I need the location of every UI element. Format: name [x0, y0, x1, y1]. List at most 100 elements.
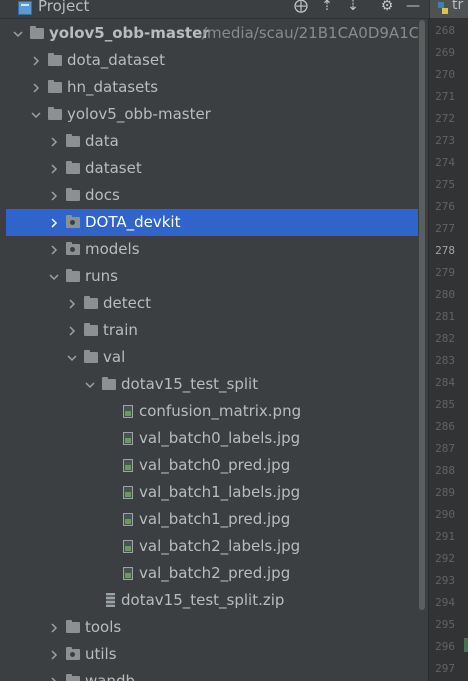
- tree-row[interactable]: data: [0, 128, 420, 155]
- tree-item-label: utils: [85, 645, 117, 663]
- line-number: 293: [435, 574, 455, 587]
- python-file-icon: [438, 2, 448, 14]
- collapse-all-icon[interactable]: ⇣: [344, 0, 362, 14]
- current-line-number: 278: [435, 244, 455, 257]
- tree-item-label: train: [103, 321, 138, 339]
- tree-row[interactable]: val_batch1_labels.jpg: [0, 479, 420, 506]
- tree-row[interactable]: val_batch2_labels.jpg: [0, 533, 420, 560]
- tree-row[interactable]: utils: [0, 641, 420, 668]
- tree-row[interactable]: yolov5_obb-master: [0, 101, 420, 128]
- line-number: 291: [435, 530, 455, 543]
- hide-icon[interactable]: —: [404, 0, 422, 14]
- chevron-down-icon[interactable]: [66, 344, 78, 371]
- chevron-right-icon[interactable]: [48, 155, 60, 182]
- line-number: 285: [435, 398, 455, 411]
- tree-row-root[interactable]: yolov5_obb-master /media/scau/21B1CA0D9A…: [0, 20, 420, 47]
- tree-item-label: val: [103, 348, 126, 366]
- tree-row[interactable]: models: [0, 236, 420, 263]
- tree-row[interactable]: val_batch0_labels.jpg: [0, 425, 420, 452]
- line-number: 288: [435, 464, 455, 477]
- chevron-right-icon[interactable]: [30, 74, 42, 101]
- tree-row[interactable]: wandb: [0, 668, 420, 681]
- chevron-right-icon[interactable]: [30, 47, 42, 74]
- tree-item-label: runs: [85, 267, 118, 285]
- chevron-down-icon[interactable]: [84, 371, 96, 398]
- tree-row[interactable]: hn_datasets: [0, 74, 420, 101]
- tree-item-label: docs: [85, 186, 120, 204]
- chevron-right-icon[interactable]: [48, 668, 60, 681]
- tree-row[interactable]: dotav15_test_split.zip: [0, 587, 420, 614]
- editor-gutter: 268 269 270 271 272 273 274 275 276 277 …: [428, 18, 468, 681]
- tree-row[interactable]: detect: [0, 290, 420, 317]
- project-icon: [18, 1, 32, 15]
- chevron-right-icon[interactable]: [66, 317, 78, 344]
- tree-row[interactable]: confusion_matrix.png: [0, 398, 420, 425]
- image-file-icon: [123, 540, 133, 553]
- tree-item-label: yolov5_obb-master: [67, 105, 211, 123]
- tree-row[interactable]: train: [0, 317, 420, 344]
- project-tree[interactable]: yolov5_obb-master /media/scau/21B1CA0D9A…: [0, 20, 420, 681]
- line-number: 268: [435, 24, 455, 37]
- line-number: 271: [435, 90, 455, 103]
- tree-item-label: dotav15_test_split: [121, 375, 259, 393]
- tree-row[interactable]: val_batch2_pred.jpg: [0, 560, 420, 587]
- tree-item-label: val_batch2_pred.jpg: [139, 564, 291, 582]
- line-number: 297: [435, 662, 455, 675]
- folder-icon: [48, 107, 62, 120]
- tree-row[interactable]: dotav15_test_split: [0, 371, 420, 398]
- tree-item-label: val_batch1_pred.jpg: [139, 510, 291, 528]
- tree-item-label: tools: [85, 618, 122, 636]
- tree-row[interactable]: val_batch1_pred.jpg: [0, 506, 420, 533]
- editor-tab-label: tr: [452, 0, 464, 13]
- chevron-down-icon[interactable]: [12, 20, 24, 47]
- tree-row[interactable]: runs: [0, 263, 420, 290]
- image-file-icon: [123, 567, 133, 580]
- folder-icon: [30, 26, 44, 39]
- chevron-right-icon[interactable]: [48, 209, 60, 236]
- chevron-right-icon[interactable]: [48, 182, 60, 209]
- tree-row[interactable]: val_batch0_pred.jpg: [0, 452, 420, 479]
- tree-item-label: DOTA_devkit: [85, 213, 181, 231]
- chevron-right-icon[interactable]: [48, 128, 60, 155]
- folder-icon: [48, 80, 62, 93]
- scrollbar-thumb[interactable]: [419, 20, 425, 610]
- image-file-icon: [123, 432, 133, 445]
- image-file-icon: [123, 513, 133, 526]
- chevron-right-icon[interactable]: [66, 290, 78, 317]
- folder-icon: [66, 620, 80, 633]
- tree-item-label: hn_datasets: [67, 78, 159, 96]
- tree-row-selected[interactable]: DOTA_devkit: [6, 209, 420, 236]
- chevron-down-icon[interactable]: [30, 101, 42, 128]
- tree-row[interactable]: tools: [0, 614, 420, 641]
- line-number: 282: [435, 332, 455, 345]
- tree-item-label: detect: [103, 294, 151, 312]
- tree-row[interactable]: dataset: [0, 155, 420, 182]
- folder-icon: [84, 296, 98, 309]
- tree-row[interactable]: dota_dataset: [0, 47, 420, 74]
- vcs-change-marker[interactable]: [464, 638, 468, 652]
- tree-item-label: dota_dataset: [67, 51, 165, 69]
- chevron-right-icon[interactable]: [48, 641, 60, 668]
- chevron-right-icon[interactable]: [48, 236, 60, 263]
- line-number: 274: [435, 156, 455, 169]
- gear-icon[interactable]: ⚙: [378, 0, 396, 14]
- tree-item-label: data: [85, 132, 119, 150]
- editor-tab[interactable]: tr: [429, 0, 468, 18]
- expand-all-icon[interactable]: ⇡: [318, 0, 336, 14]
- tree-item-label: val_batch0_labels.jpg: [139, 429, 301, 447]
- module-folder-icon: [66, 215, 80, 228]
- archive-file-icon: [106, 593, 115, 607]
- locate-icon[interactable]: ⨁: [292, 0, 310, 14]
- line-number: 272: [435, 112, 455, 125]
- tree-row[interactable]: val: [0, 344, 420, 371]
- line-number: 287: [435, 442, 455, 455]
- tree-item-label: dotav15_test_split.zip: [121, 591, 285, 609]
- folder-icon: [66, 161, 80, 174]
- tool-window-title[interactable]: Project: [38, 0, 89, 15]
- chevron-down-icon[interactable]: [48, 263, 60, 290]
- line-number: 292: [435, 552, 455, 565]
- chevron-right-icon[interactable]: [48, 614, 60, 641]
- image-file-icon: [123, 486, 133, 499]
- folder-icon: [66, 188, 80, 201]
- tree-row[interactable]: docs: [0, 182, 420, 209]
